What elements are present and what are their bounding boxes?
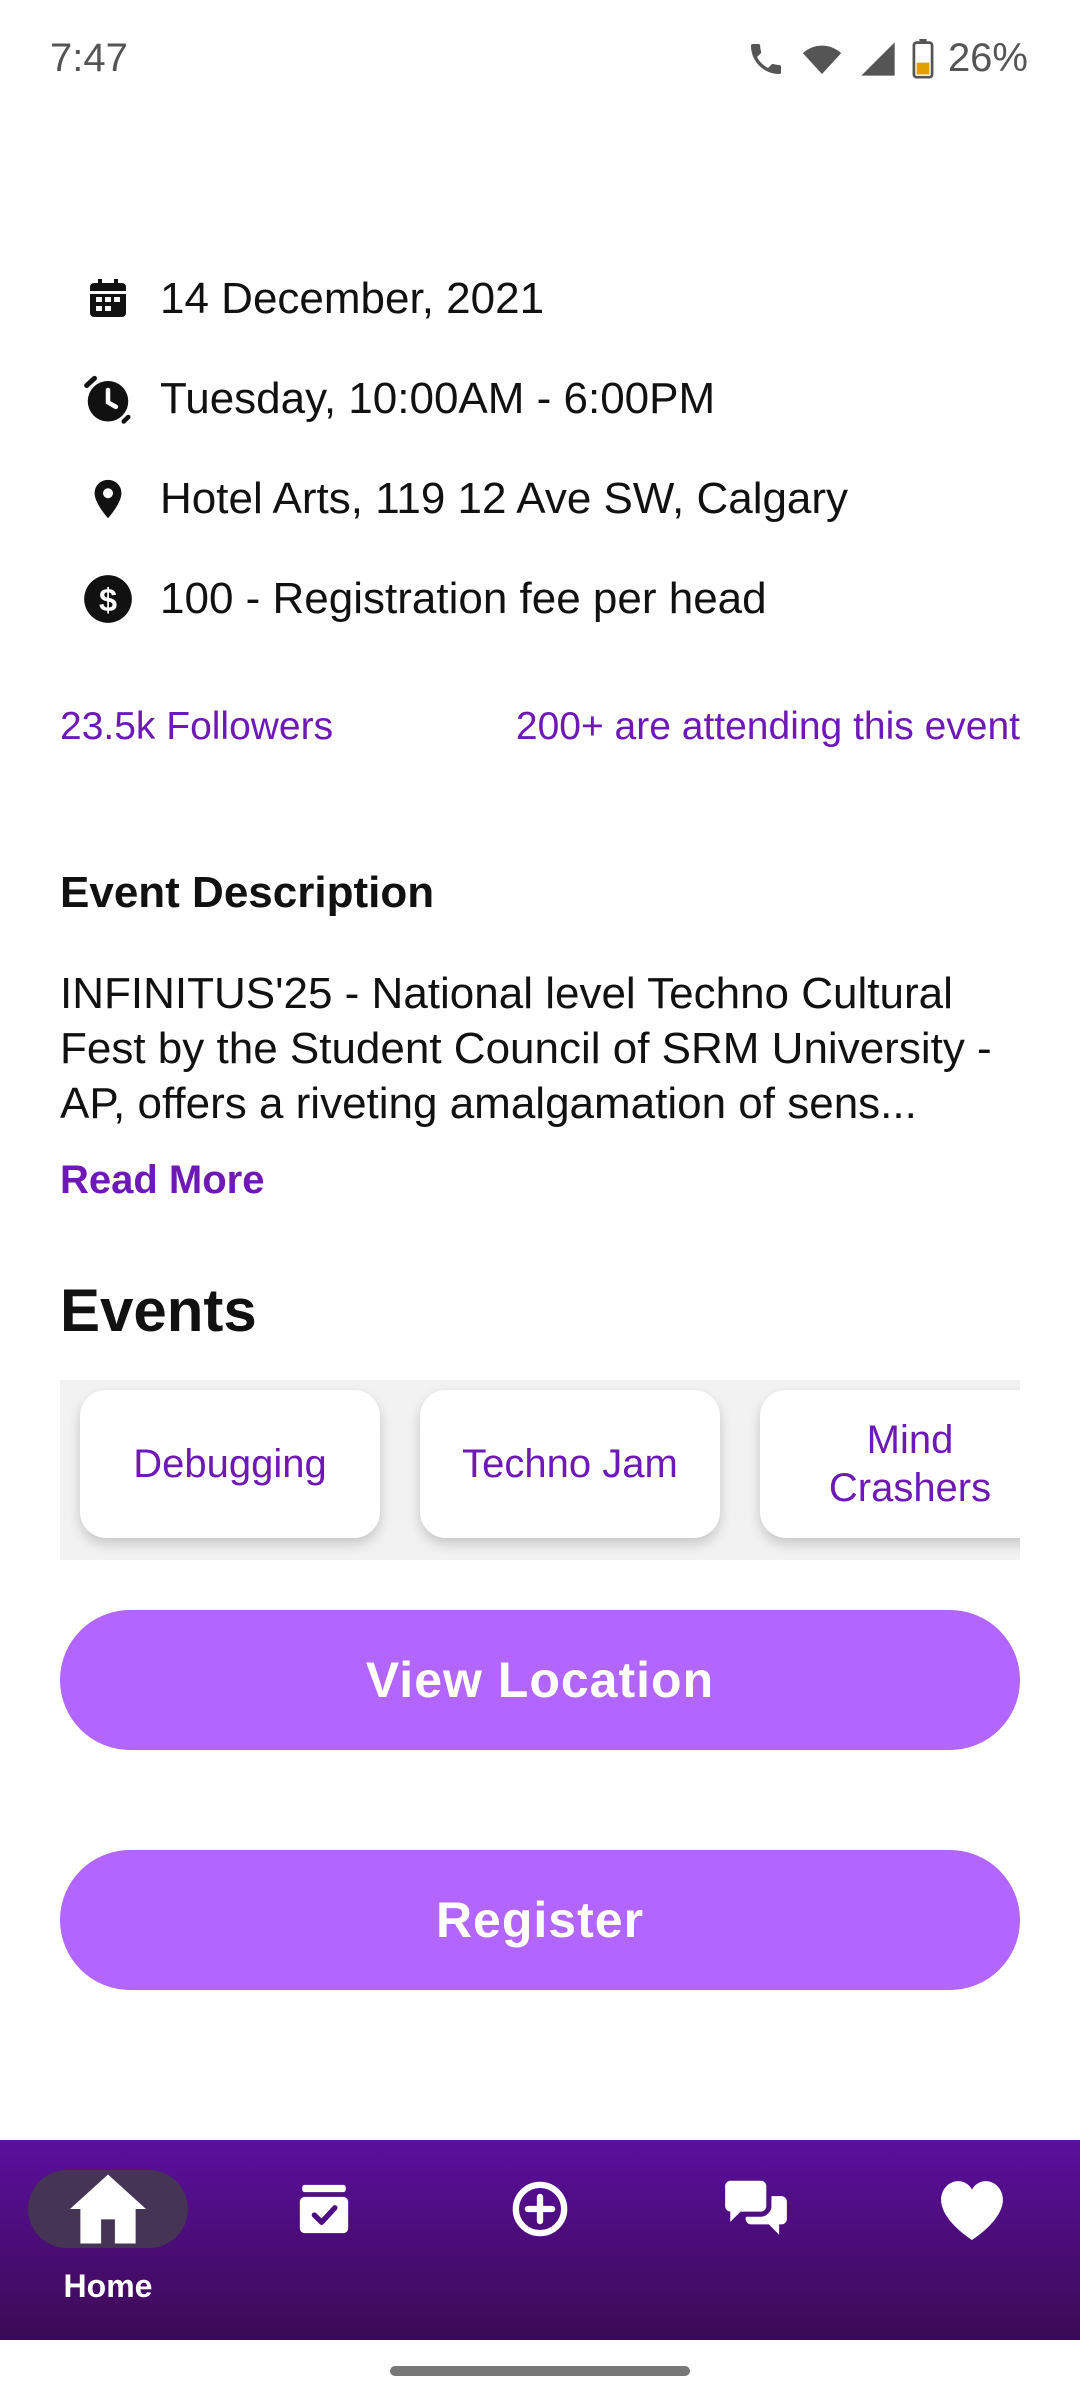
event-date: 14 December, 2021 <box>160 274 545 323</box>
nav-add[interactable] <box>470 2140 610 2340</box>
fee-row: $ 100 - Registration fee per head <box>80 564 767 634</box>
map-pin-icon <box>80 471 136 527</box>
status-time: 7:47 <box>50 36 128 80</box>
status-bar: 7:47 26% <box>0 0 1080 120</box>
location-row: Hotel Arts, 119 12 Ave SW, Calgary <box>80 464 848 534</box>
wifi-icon <box>800 39 844 79</box>
nav-home[interactable]: Home <box>28 2140 188 2340</box>
nav-chat[interactable] <box>686 2140 826 2340</box>
description-text: INFINITUS'25 - National level Techno Cul… <box>60 969 992 1128</box>
home-gesture-bar[interactable] <box>390 2366 690 2376</box>
event-location: Hotel Arts, 119 12 Ave SW, Calgary <box>160 474 849 523</box>
register-button[interactable]: Register <box>60 1850 1020 1990</box>
event-chip[interactable]: Techno Jam <box>420 1390 720 1538</box>
calendar-check-icon <box>244 2170 404 2248</box>
event-stats: 23.5k Followers 200+ are attending this … <box>60 705 1020 775</box>
events-title: Events <box>60 1277 257 1344</box>
status-icons: 26% <box>746 36 1028 81</box>
events-carousel[interactable]: Debugging Techno Jam Mind Crashers <box>60 1380 1020 1560</box>
event-chip[interactable]: Mind Crashers <box>760 1390 1020 1538</box>
battery-percent: 26% <box>947 36 1028 80</box>
dollar-icon: $ <box>80 571 136 627</box>
time-row: Tuesday, 10:00AM - 6:00PM <box>80 364 715 434</box>
nav-home-label: Home <box>63 2268 153 2304</box>
event-chip[interactable]: Debugging <box>80 1390 380 1538</box>
svg-text:$: $ <box>99 582 117 618</box>
nav-registrations[interactable] <box>254 2140 394 2340</box>
attending-count[interactable]: 200+ are attending this event <box>516 705 1020 749</box>
bottom-navigation: Home <box>0 2140 1080 2340</box>
chat-icon <box>676 2170 836 2248</box>
heart-icon <box>892 2170 1052 2248</box>
nav-favorites[interactable] <box>902 2140 1042 2340</box>
description-title: Event Description <box>60 868 435 917</box>
battery-icon <box>912 38 934 79</box>
home-icon <box>28 2170 188 2248</box>
alarm-clock-icon <box>80 371 136 427</box>
add-circle-icon <box>460 2170 620 2248</box>
event-time: Tuesday, 10:00AM - 6:00PM <box>160 374 716 423</box>
date-row: 14 December, 2021 <box>80 264 544 334</box>
signal-icon <box>858 39 898 79</box>
read-more-link[interactable]: Read More <box>60 1158 265 1203</box>
call-icon <box>746 39 786 79</box>
followers-count[interactable]: 23.5k Followers <box>60 705 333 749</box>
calendar-icon <box>80 271 136 327</box>
event-fee: 100 - Registration fee per head <box>160 574 767 623</box>
view-location-button[interactable]: View Location <box>60 1610 1020 1750</box>
